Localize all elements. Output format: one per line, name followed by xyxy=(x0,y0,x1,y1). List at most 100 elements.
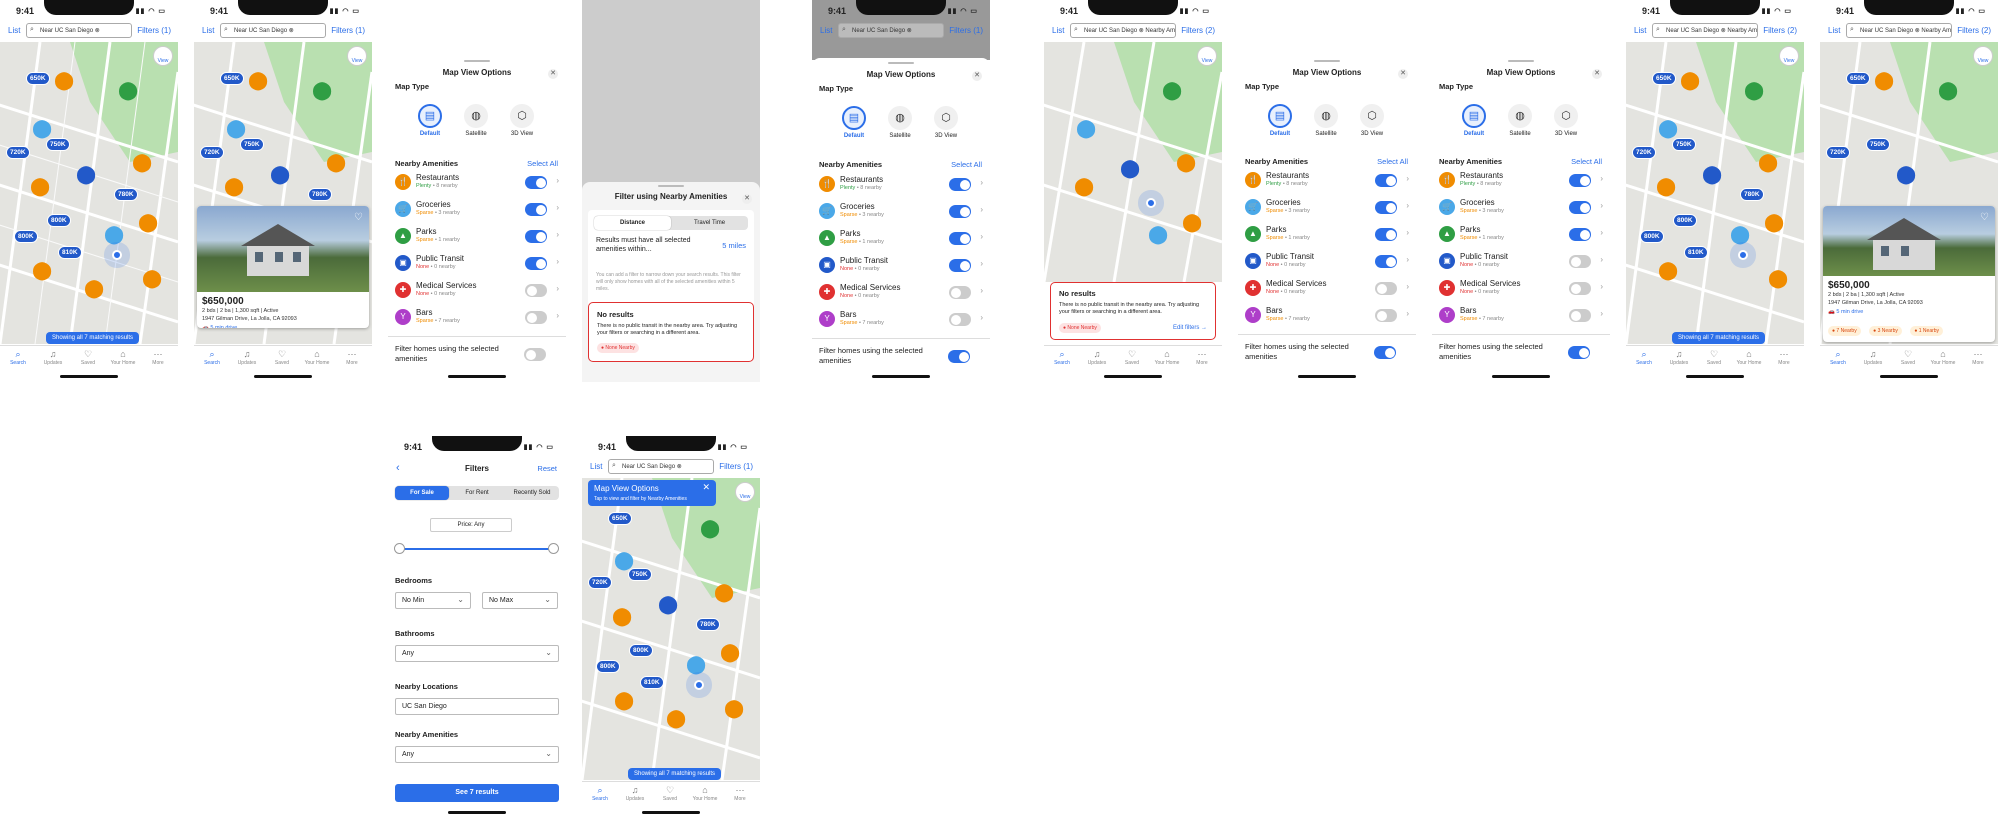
listing-card[interactable]: ♡ $650,000 2 bds | 2 ba | 1,300 sqft | A… xyxy=(197,206,369,328)
selected-home-pin-icon[interactable]: ⬤ xyxy=(270,164,290,184)
price-slider-max-handle[interactable] xyxy=(548,543,559,554)
park-pin-icon[interactable]: ⬤ xyxy=(312,80,332,100)
selected-home-pin-icon[interactable]: ⬤ xyxy=(1120,158,1140,178)
filter-homes-toggle[interactable] xyxy=(1568,346,1590,359)
segment-recently-sold[interactable]: Recently Sold xyxy=(505,486,559,500)
price-marker[interactable]: 810K xyxy=(640,676,664,689)
list-button[interactable]: List xyxy=(1052,26,1064,35)
amenity-medical[interactable]: ✚ Medical Services None • 0 nearby › xyxy=(395,280,559,304)
map-type-default[interactable]: ▤ Default xyxy=(1266,104,1294,137)
amenity-parks[interactable]: ▲ Parks Sparse • 1 nearby › xyxy=(1439,224,1603,248)
restaurant-pin-icon[interactable]: ⬤ xyxy=(1182,212,1202,232)
nearby-locations-input[interactable]: UC San Diego xyxy=(395,698,559,715)
price-marker[interactable]: 650K xyxy=(1846,72,1870,85)
tab-your-home[interactable]: ⌂ Your Home xyxy=(1927,349,1959,366)
tab-more[interactable]: ⋯ More xyxy=(336,349,368,366)
listing-type-segment[interactable]: For Sale For Rent Recently Sold xyxy=(395,486,559,500)
matching-badge[interactable]: Showing all 7 matching results xyxy=(628,768,722,780)
tab-your-home[interactable]: ⌂ Your Home xyxy=(1151,349,1183,366)
close-icon[interactable]: ✕ xyxy=(1592,69,1602,79)
amenity-medical[interactable]: ✚ Medical Services None • 0 nearby › xyxy=(819,282,983,306)
price-marker[interactable]: 650K xyxy=(608,512,632,525)
amenity-groceries[interactable]: 🛒 Groceries Sparse • 3 nearby › xyxy=(1439,197,1603,221)
grocery-pin-icon[interactable]: ⬤ xyxy=(614,550,634,570)
selected-home-pin-icon[interactable]: ⬤ xyxy=(1896,164,1916,184)
grabber[interactable] xyxy=(1508,60,1534,62)
toggle[interactable] xyxy=(525,311,547,324)
grocery-pin-icon[interactable]: ⬤ xyxy=(1076,118,1096,138)
restaurant-pin-icon[interactable]: ⬤ xyxy=(248,70,268,90)
tab-distance[interactable]: Distance xyxy=(594,216,671,230)
tab-your-home[interactable]: ⌂ Your Home xyxy=(1733,349,1765,366)
tab-saved[interactable]: ♡ Saved xyxy=(1698,349,1730,366)
view-button[interactable]: View xyxy=(153,46,173,66)
amenity-groceries[interactable]: 🛒 Groceries Sparse • 3 nearby › xyxy=(395,199,559,223)
amenity-public-transit[interactable]: ▣ Public Transit None • 0 nearby › xyxy=(395,253,559,277)
park-pin-icon[interactable]: ⬤ xyxy=(700,518,720,538)
price-marker[interactable]: 800K xyxy=(1673,214,1697,227)
restaurant-pin-icon[interactable]: ⬤ xyxy=(714,582,734,602)
close-icon[interactable]: ✕ xyxy=(548,69,558,79)
toggle[interactable] xyxy=(525,203,547,216)
amenity-bars[interactable]: Y Bars Sparse • 7 nearby › xyxy=(395,307,559,331)
restaurant-pin-icon[interactable]: ⬤ xyxy=(720,642,740,662)
price-marker[interactable]: 780K xyxy=(1740,188,1764,201)
filters-button[interactable]: Filters (1) xyxy=(719,462,753,471)
search-input[interactable]: ⌕ Near UC San Diego ⊗ Nearby Am xyxy=(1652,23,1758,38)
restaurant-pin-icon[interactable]: ⬤ xyxy=(1758,152,1778,172)
tab-updates[interactable]: ♫ Updates xyxy=(1663,349,1695,366)
park-pin-icon[interactable]: ⬤ xyxy=(1744,80,1764,100)
grocery-pin-icon[interactable]: ⬤ xyxy=(1148,224,1168,244)
restaurants-nearby-chip[interactable]: ● 7 Nearby xyxy=(1828,326,1861,336)
search-input[interactable]: ⌕ Near UC San Diego ⊗ xyxy=(608,459,714,474)
tab-more[interactable]: ⋯ More xyxy=(1186,349,1218,366)
save-heart-icon[interactable]: ♡ xyxy=(354,212,363,223)
toggle[interactable] xyxy=(525,230,547,243)
list-button[interactable]: List xyxy=(8,26,20,35)
restaurant-pin-icon[interactable]: ⬤ xyxy=(1176,152,1196,172)
map-type-satellite[interactable]: ◍ Satellite xyxy=(1506,104,1534,137)
price-marker[interactable]: 800K xyxy=(596,660,620,673)
price-marker[interactable]: 720K xyxy=(588,576,612,589)
restaurant-pin-icon[interactable]: ⬤ xyxy=(32,260,52,280)
restaurant-pin-icon[interactable]: ⬤ xyxy=(132,152,152,172)
nearby-amenities-select[interactable]: Any ⌄ xyxy=(395,746,559,763)
grabber[interactable] xyxy=(464,60,490,62)
grocery-pin-icon[interactable]: ⬤ xyxy=(686,654,706,674)
price-marker[interactable]: 750K xyxy=(1672,138,1696,151)
save-heart-icon[interactable]: ♡ xyxy=(1980,212,1989,223)
search-input[interactable]: ⌕ Near UC San Diego ⊗ xyxy=(838,23,944,38)
price-marker[interactable]: 780K xyxy=(696,618,720,631)
restaurant-pin-icon[interactable]: ⬤ xyxy=(1874,70,1894,90)
select-all-button[interactable]: Select All xyxy=(951,160,982,169)
list-button[interactable]: List xyxy=(590,462,602,471)
restaurant-pin-icon[interactable]: ⬤ xyxy=(612,606,632,626)
search-input[interactable]: ⌕ Near UC San Diego ⊗ xyxy=(26,23,132,38)
tab-more[interactable]: ⋯ More xyxy=(724,785,756,802)
map[interactable]: 650K 750K 720K 780K 800K 800K 810K ⬤ ⬤ ⬤… xyxy=(0,42,178,344)
grabber[interactable] xyxy=(1314,60,1340,62)
price-marker[interactable]: 750K xyxy=(1866,138,1890,151)
map-type-3d[interactable]: ⬡ 3D View xyxy=(1552,104,1580,137)
tab-more[interactable]: ⋯ More xyxy=(1962,349,1994,366)
map-type-3d[interactable]: ⬡ 3D View xyxy=(508,104,536,137)
restaurant-pin-icon[interactable]: ⬤ xyxy=(1656,176,1676,196)
restaurant-pin-icon[interactable]: ⬤ xyxy=(1074,176,1094,196)
miles-selector[interactable]: 5 miles xyxy=(722,241,746,250)
amenity-restaurants[interactable]: 🍴 Restaurants Plenty • 8 nearby › xyxy=(1439,170,1603,194)
edit-filters-link[interactable]: Edit filters → xyxy=(1173,325,1207,331)
price-marker[interactable]: 720K xyxy=(200,146,224,159)
select-all-button[interactable]: Select All xyxy=(1377,157,1408,166)
price-marker[interactable]: 800K xyxy=(1640,230,1664,243)
view-button[interactable]: View xyxy=(347,46,367,66)
close-icon[interactable]: ✕ xyxy=(702,482,710,493)
amenity-public-transit[interactable]: ▣ Public Transit None • 0 nearby › xyxy=(819,255,983,279)
tab-your-home[interactable]: ⌂ Your Home xyxy=(301,349,333,366)
tab-search[interactable]: ⌕ Search xyxy=(584,785,616,802)
close-icon[interactable]: ✕ xyxy=(1398,69,1408,79)
map-type-3d[interactable]: ⬡ 3D View xyxy=(932,106,960,139)
restaurant-pin-icon[interactable]: ⬤ xyxy=(142,268,162,288)
price-marker[interactable]: 780K xyxy=(308,188,332,201)
restaurant-pin-icon[interactable]: ⬤ xyxy=(224,176,244,196)
tab-travel-time[interactable]: Travel Time xyxy=(671,216,748,230)
